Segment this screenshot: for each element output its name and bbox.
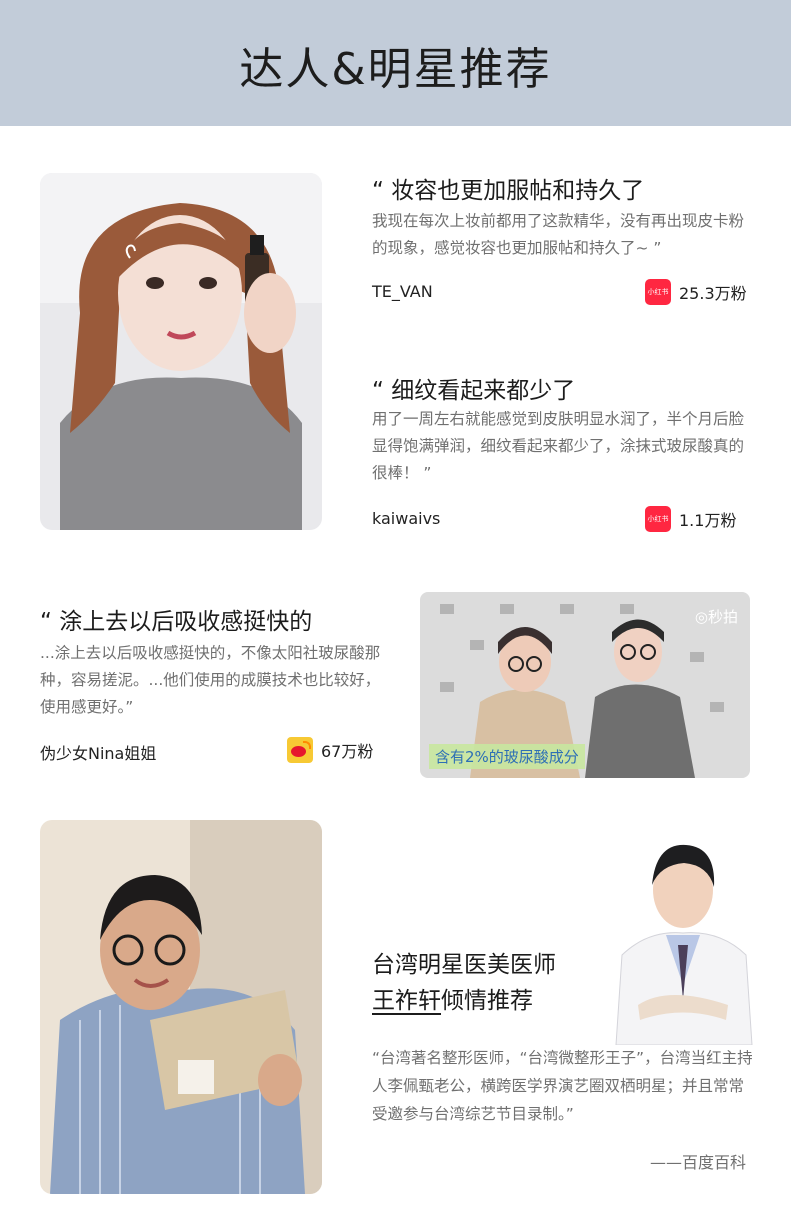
doctor-name[interactable]: 王祚轩 (372, 988, 441, 1014)
doctor-description: “台湾著名整形医师，“台湾微整形王子”，台湾当红主持人李佩甄老公，横跨医学界演艺… (372, 1049, 753, 1123)
review-body: ...涂上去以后吸收感挺快的，不像太阳社玻尿酸那种，容易搓泥。...他们使用的成… (40, 644, 381, 716)
doctor-title-line1: 台湾明星医美医师 (372, 952, 556, 978)
doctor-title-line2: 王祚轩倾情推荐 (372, 982, 533, 1020)
review-title: “ 涂上去以后吸收感挺快的 (40, 609, 313, 635)
video-caption: 含有2%的玻尿酸成分 (429, 744, 585, 769)
weibo-icon (287, 737, 313, 763)
review-title: “ 妆容也更加服帖和持久了 (372, 178, 645, 204)
doctor-title-suffix: 倾情推荐 (441, 988, 533, 1014)
xiaohongshu-icon: 小红书 (645, 279, 671, 305)
review-title: “ 细纹看起来都少了 (372, 378, 576, 404)
fans-count: 67万粉 (321, 742, 374, 761)
review-fans: 小红书 1.1万粉 (645, 506, 736, 532)
video-source-logo: ◎秒拍 (694, 608, 738, 626)
influencer-photo-woman (40, 173, 322, 530)
fans-count: 1.1万粉 (679, 511, 737, 530)
doctor-portrait (608, 835, 758, 1045)
page-title: 达人&明星推荐 (239, 44, 552, 95)
review-fans: 小红书 25.3万粉 (645, 279, 747, 305)
video-thumbnail[interactable]: ◎秒拍 含有2%的玻尿酸成分 (420, 592, 750, 778)
xiaohongshu-icon: 小红书 (645, 506, 671, 532)
doctor-source: ——百度百科 (650, 1153, 747, 1172)
doctor-photo (40, 820, 322, 1194)
review-body: 我现在每次上妆前都用了这款精华，没有再出现皮卡粉的现象，感觉妆容也更加服帖和持久… (372, 212, 745, 257)
fans-count: 25.3万粉 (679, 284, 747, 303)
review-username: TE_VAN (372, 282, 433, 301)
review-username: 伪少女Nina姐姐 (40, 744, 157, 763)
page-header: 达人&明星推荐 (0, 0, 791, 126)
review-username: kaiwaivs (372, 509, 441, 528)
review-body: 用了一周左右就能感觉到皮肤明显水润了，半个月后脸显得饱满弹润，细纹看起来都少了，… (372, 410, 745, 482)
review-fans: 67万粉 (287, 737, 373, 763)
